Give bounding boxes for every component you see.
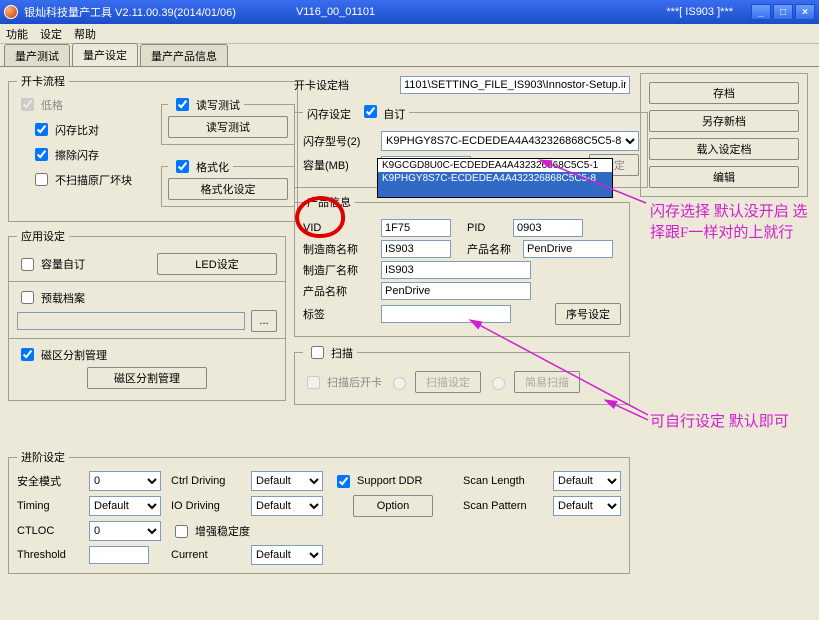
- zone-manage-button[interactable]: 磁区分割管理: [87, 367, 207, 389]
- tab-bar: 量产测试 量产设定 量产产品信息: [0, 44, 819, 66]
- file-buttons-group: 存档 另存新档 载入设定档 编辑: [640, 73, 808, 197]
- easy-scan-button: 简易扫描: [514, 371, 580, 393]
- window-center-text: V116_00_01101: [236, 6, 666, 18]
- scan-radio-2: [492, 377, 505, 390]
- threshold-input[interactable]: [89, 546, 149, 564]
- setting-file-path[interactable]: [400, 76, 630, 94]
- save-as-button[interactable]: 另存新档: [649, 110, 799, 132]
- capacity-label: 容量(MB): [303, 157, 375, 173]
- safe-mode-label: 安全模式: [17, 473, 79, 489]
- window-right-text: ***[ IS903 ]***: [666, 6, 743, 18]
- menu-help[interactable]: 帮助: [74, 26, 96, 42]
- erase-flash-checkbox[interactable]: [35, 148, 48, 161]
- low-level-checkbox: [21, 98, 34, 111]
- flash-custom-checkbox[interactable]: [364, 105, 377, 118]
- scan-settings-button: 扫描设定: [415, 371, 481, 393]
- sn-settings-button[interactable]: 序号设定: [555, 303, 621, 325]
- edit-button[interactable]: 编辑: [649, 166, 799, 188]
- mfg-name-input[interactable]: [381, 261, 531, 279]
- open-card-flow-legend: 开卡流程: [17, 73, 69, 89]
- mfg-name-label: 制造厂名称: [303, 262, 375, 278]
- format-checkbox[interactable]: [176, 160, 189, 173]
- app-settings-group: 应用设定 容量自订 LED设定 预载档案 ... 磁区分割管理 磁区分割管理: [8, 228, 286, 401]
- timing-label: Timing: [17, 500, 79, 512]
- preset-file-checkbox[interactable]: [21, 291, 34, 304]
- title-bar: 银灿科技量产工具 V2.11.00.39(2014/01/06) V116_00…: [0, 0, 819, 24]
- product-name-input[interactable]: [381, 282, 531, 300]
- tag-label: 标签: [303, 306, 375, 322]
- safe-mode-select[interactable]: 0: [89, 471, 161, 491]
- advanced-group: 进阶设定 安全模式 0 Ctrl Driving Default Support…: [8, 449, 630, 574]
- flash-compare-checkbox[interactable]: [35, 123, 48, 136]
- led-settings-button[interactable]: LED设定: [157, 253, 277, 275]
- current-label: Current: [171, 549, 241, 561]
- menu-settings[interactable]: 设定: [40, 26, 62, 42]
- open-card-flow-group: 开卡流程 低格 闪存比对 擦除闪存 不扫描原厂坏块 读写测试 读写测试 格式化 …: [8, 73, 298, 222]
- pid-input[interactable]: [513, 219, 583, 237]
- scan-checkbox[interactable]: [311, 346, 324, 359]
- ctloc-label: CTLOC: [17, 525, 79, 537]
- setting-file-label: 开卡设定档: [294, 77, 394, 93]
- ctrl-driving-select[interactable]: Default: [251, 471, 323, 491]
- ctrl-driving-label: Ctrl Driving: [171, 475, 241, 487]
- flash-type-label: 闪存型号(2): [303, 133, 375, 149]
- tab-product-info[interactable]: 量产产品信息: [140, 44, 228, 67]
- pid-label: PID: [467, 222, 507, 234]
- io-driving-label: IO Driving: [171, 500, 241, 512]
- no-scan-bad-checkbox[interactable]: [35, 173, 48, 186]
- tag-input[interactable]: [381, 305, 511, 323]
- gain-stability-checkbox[interactable]: [175, 525, 188, 538]
- load-button[interactable]: 载入设定档: [649, 138, 799, 160]
- menu-bar: 功能 设定 帮助: [0, 24, 819, 44]
- format-settings-button[interactable]: 格式化设定: [168, 178, 288, 200]
- minimize-button[interactable]: _: [751, 4, 771, 20]
- capacity-custom-checkbox[interactable]: [21, 258, 34, 271]
- option-button[interactable]: Option: [353, 495, 433, 517]
- scan-after-open-checkbox: [307, 376, 320, 389]
- scan-length-label: Scan Length: [463, 475, 543, 487]
- zone-manage-checkbox[interactable]: [21, 348, 34, 361]
- flash-type-dropdown-list[interactable]: K9GCGD8U0C-ECDEDEA4A432326868C5C5-1 K9PH…: [377, 158, 613, 198]
- timing-select[interactable]: Default: [89, 496, 161, 516]
- save-button[interactable]: 存档: [649, 82, 799, 104]
- support-ddr-checkbox[interactable]: [337, 475, 350, 488]
- threshold-label: Threshold: [17, 549, 79, 561]
- ctloc-select[interactable]: 0: [89, 521, 161, 541]
- window-title: 银灿科技量产工具 V2.11.00.39(2014/01/06): [24, 4, 236, 20]
- preset-file-path: [17, 312, 245, 330]
- product-name-label: 产品名称: [303, 283, 375, 299]
- menu-function[interactable]: 功能: [6, 26, 28, 42]
- scan-pattern-select[interactable]: Default: [553, 496, 621, 516]
- scan-group: 扫描 扫描后开卡 扫描设定 简易扫描: [294, 343, 630, 405]
- preset-browse-button[interactable]: ...: [251, 310, 277, 332]
- rw-test-checkbox[interactable]: [176, 98, 189, 111]
- vendor-label: 制造商名称: [303, 241, 375, 257]
- flash-settings-legend: 闪存设定 自订: [303, 102, 409, 122]
- app-settings-legend: 应用设定: [17, 228, 69, 244]
- tab-test[interactable]: 量产测试: [4, 44, 70, 67]
- flash-option-0[interactable]: K9GCGD8U0C-ECDEDEA4A432326868C5C5-1: [378, 159, 612, 172]
- close-button[interactable]: ×: [795, 4, 815, 20]
- app-icon: [4, 5, 18, 19]
- product-info-legend: 产品信息: [303, 194, 355, 210]
- flash-settings-group: 闪存设定 自订 闪存型号(2) K9PHGY8S7C-ECDEDEA4A4323…: [294, 102, 648, 188]
- advanced-legend: 进阶设定: [17, 449, 69, 465]
- scan-radio-1: [393, 377, 406, 390]
- product-name-short-input[interactable]: [523, 240, 613, 258]
- maximize-button[interactable]: □: [773, 4, 793, 20]
- vendor-input[interactable]: [381, 240, 451, 258]
- rw-test-button[interactable]: 读写测试: [168, 116, 288, 138]
- io-driving-select[interactable]: Default: [251, 496, 323, 516]
- vid-label: VID: [303, 222, 375, 234]
- flash-type-select[interactable]: K9PHGY8S7C-ECDEDEA4A432326868C5C5-8: [381, 131, 639, 151]
- scan-length-select[interactable]: Default: [553, 471, 621, 491]
- product-name-short-label: 产品名称: [467, 241, 517, 257]
- flash-option-1[interactable]: K9PHGY8S7C-ECDEDEA4A432326868C5C5-8: [378, 172, 612, 185]
- vid-input[interactable]: [381, 219, 451, 237]
- current-select[interactable]: Default: [251, 545, 323, 565]
- tab-settings[interactable]: 量产设定: [72, 43, 138, 66]
- scan-pattern-label: Scan Pattern: [463, 500, 543, 512]
- work-area: 开卡流程 低格 闪存比对 擦除闪存 不扫描原厂坏块 读写测试 读写测试 格式化 …: [0, 66, 819, 620]
- product-info-group: 产品信息 VID PID 制造商名称 产品名称 制造厂名称 产品名称: [294, 194, 630, 337]
